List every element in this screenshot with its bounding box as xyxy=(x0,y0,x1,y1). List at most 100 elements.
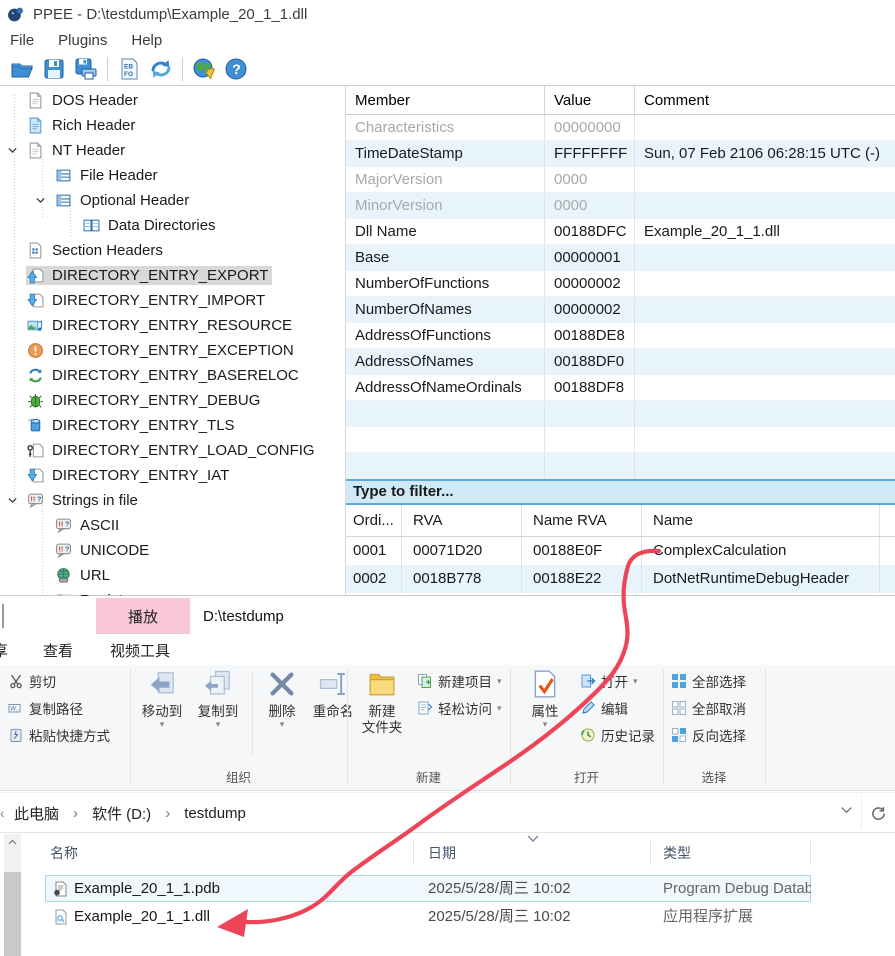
ribbon-item-历史记录[interactable]: 历史记录 xyxy=(580,725,655,745)
column-separator[interactable] xyxy=(810,841,811,865)
tree-item-dos-header[interactable]: DOS Header xyxy=(0,88,345,113)
delete-icon xyxy=(267,669,297,699)
ribbon-item-反向选择[interactable]: 反向选择 xyxy=(671,725,746,745)
breadcrumb-item-软件-d[interactable]: 软件 (D:) xyxy=(92,803,151,824)
tree-item-directory-entry-import[interactable]: DIRECTORY_ENTRY_IMPORT xyxy=(0,288,345,313)
ribbon-item-复制到[interactable]: 复制到▾ xyxy=(190,669,246,728)
export-header-name[interactable]: Name xyxy=(642,505,880,536)
refresh-button[interactable] xyxy=(861,797,895,829)
member-row[interactable]: NumberOfNames00000002 xyxy=(346,297,895,323)
member-header-member[interactable]: Member xyxy=(346,86,545,114)
member-row[interactable]: TimeDateStampFFFFFFFFSun, 07 Feb 2106 06… xyxy=(346,141,895,167)
export-row[interactable]: 00020018B77800188E22DotNetRuntimeDebugHe… xyxy=(346,565,895,593)
help-button[interactable]: ? xyxy=(223,56,249,82)
member-row[interactable]: Dll Name00188DFCExample_20_1_1.dll xyxy=(346,219,895,245)
ribbon-item-移动到[interactable]: 移动到▾ xyxy=(134,669,190,728)
member-header-value[interactable]: Value xyxy=(545,86,635,114)
address-dropdown-chevron-icon[interactable] xyxy=(839,802,861,824)
tab-play-contextual[interactable]: 播放 xyxy=(96,598,190,634)
tree-item-strings-in-file[interactable]: !!?Strings in file xyxy=(0,488,345,513)
column-separator[interactable] xyxy=(413,841,414,865)
tab-视频工具[interactable]: 视频工具 xyxy=(110,640,170,661)
file-column-header-名称[interactable]: 名称 xyxy=(50,838,78,868)
tree-item-directory-entry-tls[interactable]: DIRECTORY_ENTRY_TLS xyxy=(0,413,345,438)
member-row[interactable]: NumberOfFunctions00000002 xyxy=(346,271,895,297)
tree-item-directory-entry-iat[interactable]: DIRECTORY_ENTRY_IAT xyxy=(0,463,345,488)
tree-item-directory-entry-debug[interactable]: DIRECTORY_ENTRY_DEBUG xyxy=(0,388,345,413)
export-row[interactable]: 000100071D2000188E0FComplexCalculation xyxy=(346,537,895,565)
help-icon: ? xyxy=(224,57,248,81)
export-header-ordi[interactable]: Ordi... xyxy=(346,505,402,536)
member-row[interactable]: MinorVersion0000 xyxy=(346,193,895,219)
ribbon-item-新建[interactable]: 新建文件夹 xyxy=(353,669,411,736)
ribbon-item-全部选择[interactable]: 全部选择 xyxy=(671,671,746,691)
export-header-name-rva[interactable]: Name RVA xyxy=(522,505,642,536)
ribbon-item-粘贴快捷方式[interactable]: 粘贴快捷方式 xyxy=(8,725,110,745)
ribbon-item-删除[interactable]: 删除▾ xyxy=(259,669,305,728)
tree-expand-chevron-icon[interactable] xyxy=(6,144,19,157)
member-header-comment[interactable]: Comment xyxy=(635,86,895,114)
tree-item-section-headers[interactable]: Section Headers xyxy=(0,238,345,263)
breadcrumb-item-testdump[interactable]: testdump xyxy=(184,805,246,822)
filter-bar[interactable]: Type to filter... xyxy=(346,479,895,505)
ribbon-item-属性[interactable]: 属性▾ xyxy=(516,669,574,728)
export-header-rva[interactable]: RVA xyxy=(402,505,522,536)
tree-item-directory-entry-basereloc[interactable]: DIRECTORY_ENTRY_BASERELOC xyxy=(0,363,345,388)
menu-item-file[interactable]: File xyxy=(10,32,34,49)
dropdown-caret-icon: ▾ xyxy=(633,677,638,685)
tree-item-nt-header[interactable]: NT Header xyxy=(0,138,345,163)
ribbon-item-打开[interactable]: 打开▾ xyxy=(580,671,638,691)
menu-item-plugins[interactable]: Plugins xyxy=(58,32,107,49)
ribbon-item-剪切[interactable]: 剪切 xyxy=(8,671,56,691)
member-row[interactable]: AddressOfNameOrdinals00188DF8 xyxy=(346,375,895,401)
tree-item-directory-entry-resource[interactable]: DIRECTORY_ENTRY_RESOURCE xyxy=(0,313,345,338)
member-cell-comment xyxy=(635,323,895,348)
file-row-example-20-1-1-dll[interactable]: Example_20_1_1.dll2025/5/28/周三 10:02应用程序… xyxy=(0,903,895,931)
member-cell-name xyxy=(346,427,545,452)
tree-expand-chevron-icon[interactable] xyxy=(6,494,19,507)
file-name: Example_20_1_1.dll xyxy=(74,903,210,931)
tab-查看[interactable]: 查看 xyxy=(43,640,73,661)
tree-item-directory-entry-exception[interactable]: DIRECTORY_ENTRY_EXCEPTION xyxy=(0,338,345,363)
address-bar[interactable]: ‹ 此电脑›软件 (D:)›testdump xyxy=(0,792,895,833)
tree-item-optional-header[interactable]: Optional Header xyxy=(0,188,345,213)
save-report-button[interactable] xyxy=(73,56,99,82)
file-column-header-日期[interactable]: 日期 xyxy=(428,838,456,868)
member-table: MemberValueCommentCharacteristics0000000… xyxy=(346,86,895,479)
tree-item-rich-header[interactable]: Rich Header xyxy=(0,113,345,138)
tree-item-data-directories[interactable]: Data Directories xyxy=(0,213,345,238)
tree-item-ascii[interactable]: !!?ASCII xyxy=(0,513,345,538)
tree-item-directory-entry-export[interactable]: DIRECTORY_ENTRY_EXPORT xyxy=(0,263,345,288)
breadcrumb-item-此电脑[interactable]: 此电脑 xyxy=(14,803,59,824)
ribbon-item-复制路径[interactable]: W..复制路径 xyxy=(8,698,83,718)
tab-享[interactable]: 享 xyxy=(0,640,8,661)
member-cell-name: Dll Name xyxy=(346,219,545,244)
tree-item-unicode[interactable]: !!?UNICODE xyxy=(0,538,345,563)
globe-scan-button[interactable] xyxy=(191,56,217,82)
tree-item-registry[interactable]: Registry xyxy=(0,588,345,596)
hex-doc-button[interactable]: EBFO xyxy=(116,56,142,82)
member-row[interactable]: MajorVersion0000 xyxy=(346,167,895,193)
open-file-button[interactable] xyxy=(9,56,35,82)
member-row[interactable]: Base00000001 xyxy=(346,245,895,271)
member-row[interactable]: AddressOfNames00188DF0 xyxy=(346,349,895,375)
file-row-example-20-1-1-pdb[interactable]: Example_20_1_1.pdb2025/5/28/周三 10:02Prog… xyxy=(0,875,895,903)
ribbon-item-轻松访问[interactable]: 轻松访问▾ xyxy=(417,698,502,718)
tree-expand-chevron-icon[interactable] xyxy=(34,194,47,207)
ribbon-item-新建项目[interactable]: 新建项目▾ xyxy=(417,671,502,691)
tree-item-url[interactable]: URL xyxy=(0,563,345,588)
menu-item-help[interactable]: Help xyxy=(131,32,162,49)
refresh-button[interactable] xyxy=(148,56,174,82)
scroll-up-button[interactable] xyxy=(4,834,21,851)
ribbon-group-打开: 属性▾打开▾编辑历史记录打开 xyxy=(510,665,663,791)
ribbon-item-全部取消[interactable]: 全部取消 xyxy=(671,698,746,718)
column-separator[interactable] xyxy=(650,841,651,865)
member-row[interactable]: Characteristics00000000 xyxy=(346,115,895,141)
ribbon-item-编辑[interactable]: 编辑 xyxy=(580,698,628,718)
file-column-header-类型[interactable]: 类型 xyxy=(663,838,691,868)
tree-item-content: URL xyxy=(54,566,114,585)
tree-item-directory-entry-load-config[interactable]: DIRECTORY_ENTRY_LOAD_CONFIG xyxy=(0,438,345,463)
tree-item-file-header[interactable]: File Header xyxy=(0,163,345,188)
member-row[interactable]: AddressOfFunctions00188DE8 xyxy=(346,323,895,349)
save-button[interactable] xyxy=(41,56,67,82)
